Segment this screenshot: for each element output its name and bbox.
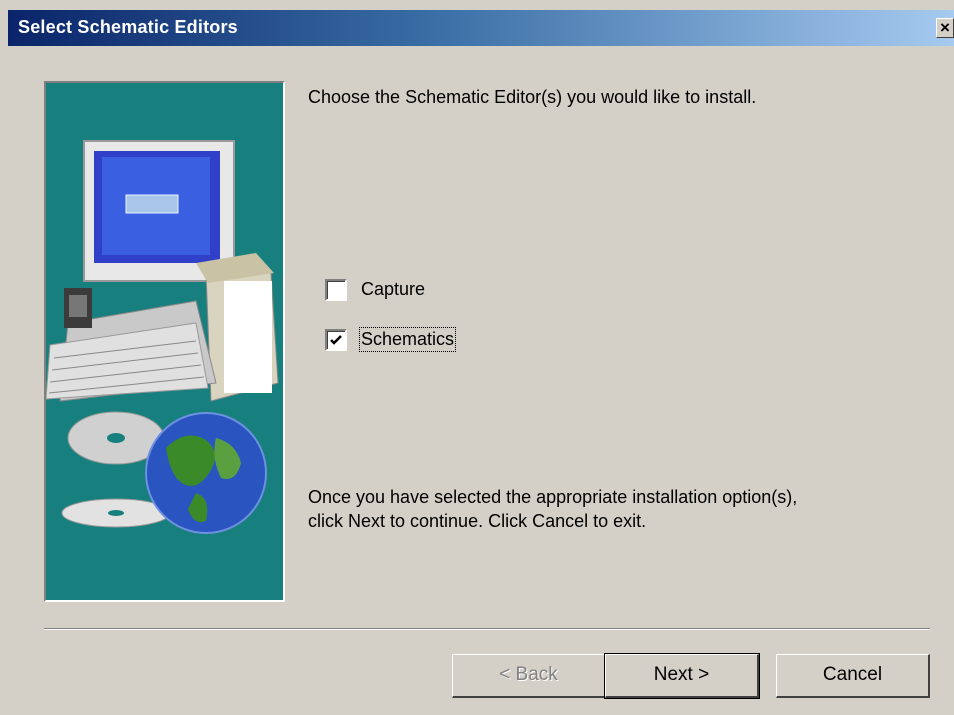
computer-with-globe-and-cds-icon <box>46 140 279 534</box>
cancel-button[interactable]: Cancel <box>776 654 930 698</box>
instructions-line-1: Once you have selected the appropriate i… <box>308 487 798 507</box>
intro-text: Choose the Schematic Editor(s) you would… <box>308 87 757 107</box>
capture-checkbox[interactable] <box>325 279 347 301</box>
schematics-label[interactable]: Schematics <box>358 327 457 352</box>
close-icon: × <box>940 18 950 37</box>
window-title: Select Schematic Editors <box>18 17 238 37</box>
instructions-text: Once you have selected the appropriate i… <box>308 485 928 533</box>
instructions-line-2: click Next to continue. Click Cancel to … <box>308 511 647 531</box>
setup-illustration <box>44 81 285 602</box>
checkmark-icon <box>330 335 342 345</box>
separator-highlight <box>44 629 930 630</box>
back-button[interactable]: < Back <box>452 654 606 698</box>
schematics-checkbox[interactable] <box>325 329 347 351</box>
capture-label[interactable]: Capture <box>361 279 425 300</box>
close-button[interactable]: × <box>936 18 954 38</box>
title-bar: Select Schematic Editors × <box>8 10 954 46</box>
next-button[interactable]: Next > <box>604 653 760 699</box>
